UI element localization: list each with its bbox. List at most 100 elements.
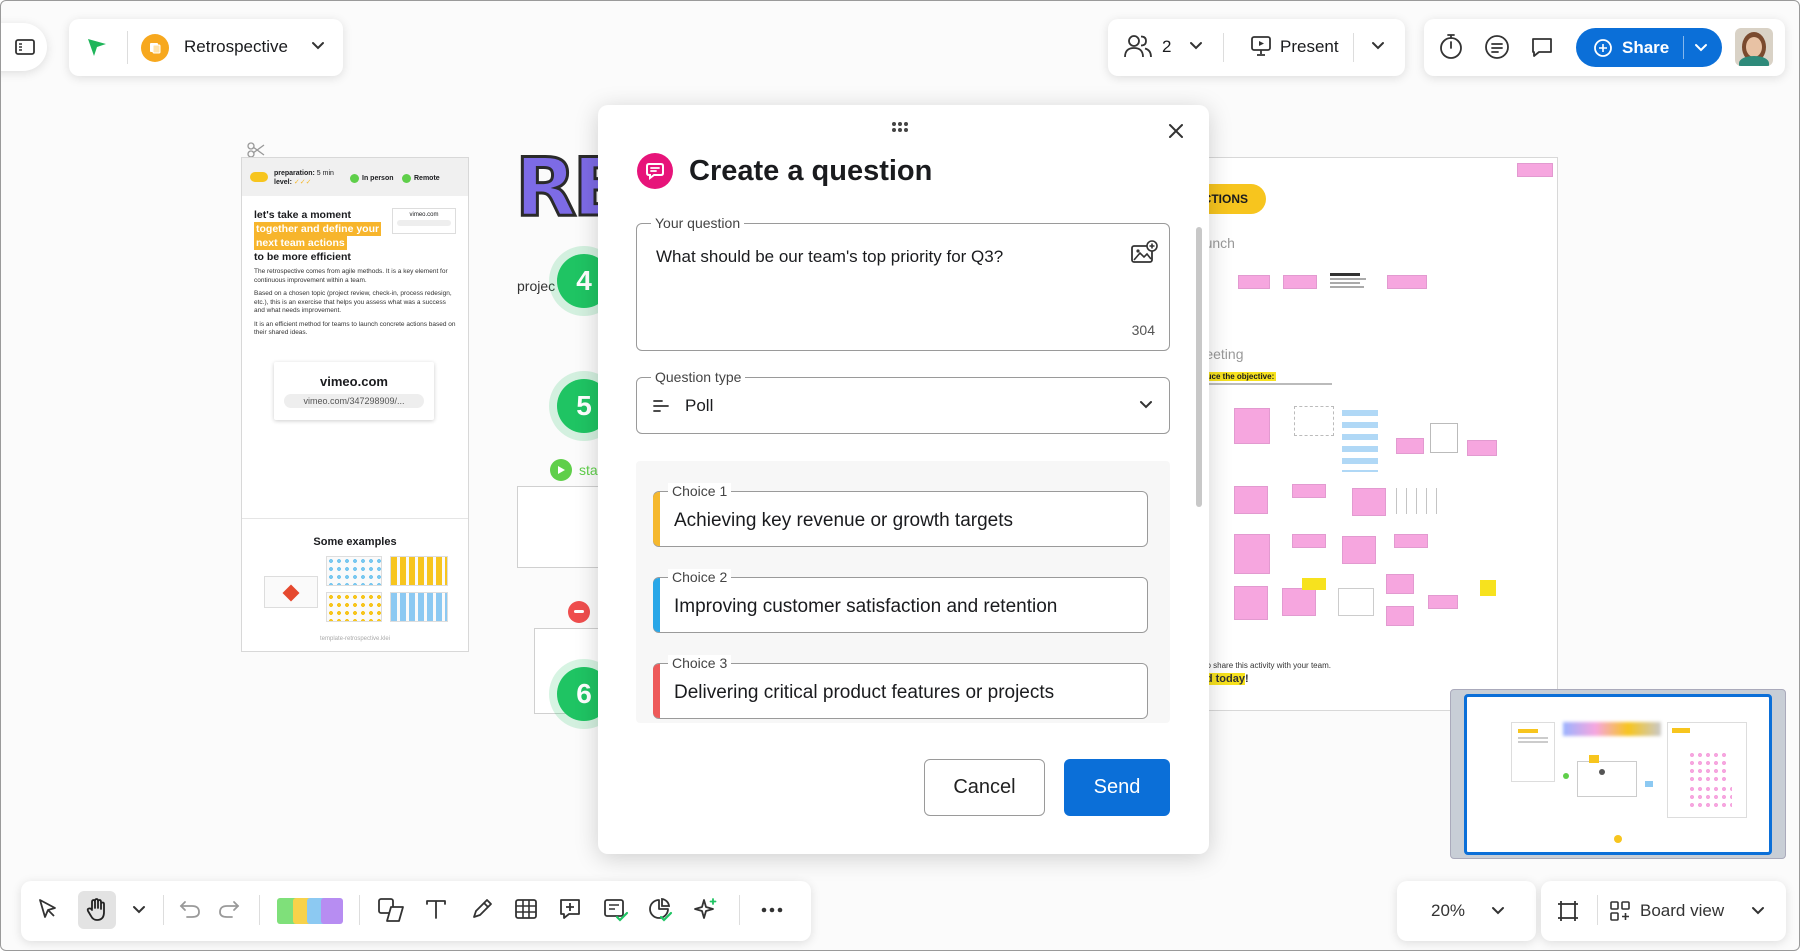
minimap[interactable] <box>1450 689 1786 859</box>
example-thumbnail <box>390 592 448 622</box>
choice-item[interactable]: Choice 1 Achieving key revenue or growth… <box>653 483 1148 547</box>
share-label: Share <box>1622 38 1670 57</box>
hand-tool-button[interactable] <box>78 891 116 929</box>
board-title[interactable]: Retrospective <box>184 37 288 57</box>
canvas-box <box>517 486 601 568</box>
add-image-icon[interactable] <box>1130 240 1158 266</box>
example-thumbnail <box>326 592 382 622</box>
sidebar-toggle-pill[interactable] <box>1 23 47 71</box>
chevron-down-icon[interactable] <box>1751 906 1765 916</box>
chevron-down-icon[interactable] <box>311 41 325 51</box>
choice-text: Delivering critical product features or … <box>674 682 1055 703</box>
project-label: projec <box>517 278 556 294</box>
choice-label: Choice 1 <box>668 483 732 499</box>
question-tool-icon[interactable] <box>603 897 629 923</box>
char-count: 304 <box>1131 322 1155 338</box>
close-icon[interactable] <box>1164 119 1188 143</box>
redo-icon[interactable] <box>218 899 240 919</box>
headline-line-3: next team actions <box>254 236 347 250</box>
board-view-icon <box>1609 900 1631 922</box>
app-logo-icon[interactable] <box>85 35 109 59</box>
template-footer: template-retrospective.klei <box>319 636 391 642</box>
intro-paragraph-3: It is an efficient method for teams to l… <box>254 320 456 337</box>
example-thumbnail <box>390 556 448 586</box>
share-button[interactable]: Share <box>1576 28 1722 67</box>
participants-count: 2 <box>1162 37 1172 56</box>
question-text: What should be our team's top priority f… <box>656 247 1004 266</box>
table-tool-icon[interactable] <box>514 898 538 920</box>
chevron-down-icon[interactable] <box>1189 41 1203 51</box>
start-label: sta <box>579 462 598 478</box>
text-tool-icon[interactable] <box>425 898 447 920</box>
started-bang: ! <box>1244 673 1249 685</box>
minimap-viewport[interactable] <box>1464 694 1772 855</box>
users-icon[interactable] <box>1124 33 1152 59</box>
template-document[interactable]: preparation: 5 min level: ✓✓✓ In person … <box>241 157 469 652</box>
ai-sparkle-icon[interactable] <box>693 897 719 923</box>
hand-tool-icon <box>86 898 105 921</box>
collaboration-card: 2 Present <box>1108 19 1405 76</box>
select-tool-icon[interactable] <box>36 897 60 921</box>
dialog-title: Create a question <box>689 155 933 187</box>
agenda-icon[interactable] <box>1484 34 1510 60</box>
timer-icon[interactable] <box>1438 33 1464 61</box>
prep-value: 5 min <box>316 170 334 177</box>
chevron-down-icon[interactable] <box>1371 41 1385 51</box>
user-avatar[interactable] <box>1735 28 1773 66</box>
more-icon[interactable] <box>761 907 783 913</box>
choice-color-bar <box>653 664 660 718</box>
sticky-notes-tool[interactable] <box>277 896 345 926</box>
choice-label: Choice 2 <box>668 569 732 585</box>
choice-label: Choice 3 <box>668 655 732 671</box>
poll-tool-icon[interactable] <box>647 897 673 923</box>
chevron-down-icon[interactable] <box>132 905 146 915</box>
choice-item[interactable]: Choice 3 Delivering critical product fea… <box>653 655 1148 719</box>
dialog-scrollbar[interactable] <box>1196 227 1202 507</box>
headline-line-4: to be more efficient <box>254 251 351 263</box>
chevron-down-icon <box>1139 400 1153 410</box>
chevron-down-icon[interactable] <box>1491 906 1505 916</box>
vimeo-embed-card[interactable]: vimeo.com vimeo.com/347298909/... <box>274 362 434 420</box>
view-control: Board view <box>1541 881 1786 941</box>
choice-item[interactable]: Choice 2 Improving customer satisfaction… <box>653 569 1148 633</box>
sidebar-toggle-icon[interactable] <box>15 38 35 56</box>
comment-tool-icon[interactable] <box>558 897 582 921</box>
choices-list[interactable]: Choice 1 Achieving key revenue or growth… <box>636 461 1170 723</box>
question-type-select[interactable]: Question type Poll <box>636 369 1170 434</box>
intro-paragraph-2: Based on a chosen topic (project review,… <box>254 290 452 314</box>
send-button[interactable]: Send <box>1064 759 1170 816</box>
app-window: preparation: 5 min level: ✓✓✓ In person … <box>0 0 1800 951</box>
present-button[interactable]: Present <box>1280 37 1339 57</box>
drag-handle-icon[interactable] <box>891 121 909 133</box>
create-question-dialog: Create a question Your question What sho… <box>598 105 1209 854</box>
question-field-label: Your question <box>651 215 745 231</box>
cancel-button[interactable]: Cancel <box>924 759 1045 816</box>
headline-line-2: together and define your <box>254 222 382 236</box>
scissors-icon <box>247 142 265 158</box>
example-thumbnail <box>264 576 318 608</box>
vimeo-mini-card: vimeo.com <box>392 208 456 234</box>
instructions-document[interactable]: UCTIONS e launch e meeting introduce the… <box>1181 157 1558 711</box>
zoom-control[interactable]: 20% <box>1397 881 1536 941</box>
headline-line-1: let's take a moment <box>254 209 352 221</box>
minus-icon <box>568 601 590 623</box>
fit-to-screen-icon[interactable] <box>1555 898 1581 924</box>
present-icon[interactable] <box>1250 35 1272 57</box>
board-view-button[interactable]: Board view <box>1640 901 1724 921</box>
question-textarea[interactable]: Your question What should be our team's … <box>636 215 1170 351</box>
share-globe-icon <box>1593 38 1613 58</box>
board-icon <box>141 34 169 62</box>
actions-card: Share <box>1424 19 1785 76</box>
pen-tool-icon[interactable] <box>470 897 494 921</box>
undo-icon[interactable] <box>179 899 201 919</box>
vimeo-title: vimeo.com <box>320 374 388 389</box>
shapes-icon[interactable] <box>377 897 405 923</box>
question-type-label: Question type <box>651 369 746 385</box>
board-title-card: Retrospective <box>69 19 343 76</box>
choice-text: Achieving key revenue or growth targets <box>674 510 1014 531</box>
comment-icon[interactable] <box>1530 35 1554 59</box>
level-label: level: <box>274 179 292 186</box>
choice-color-bar <box>653 578 660 632</box>
in-person-label: In person <box>362 175 394 182</box>
chevron-down-icon[interactable] <box>1694 43 1708 53</box>
